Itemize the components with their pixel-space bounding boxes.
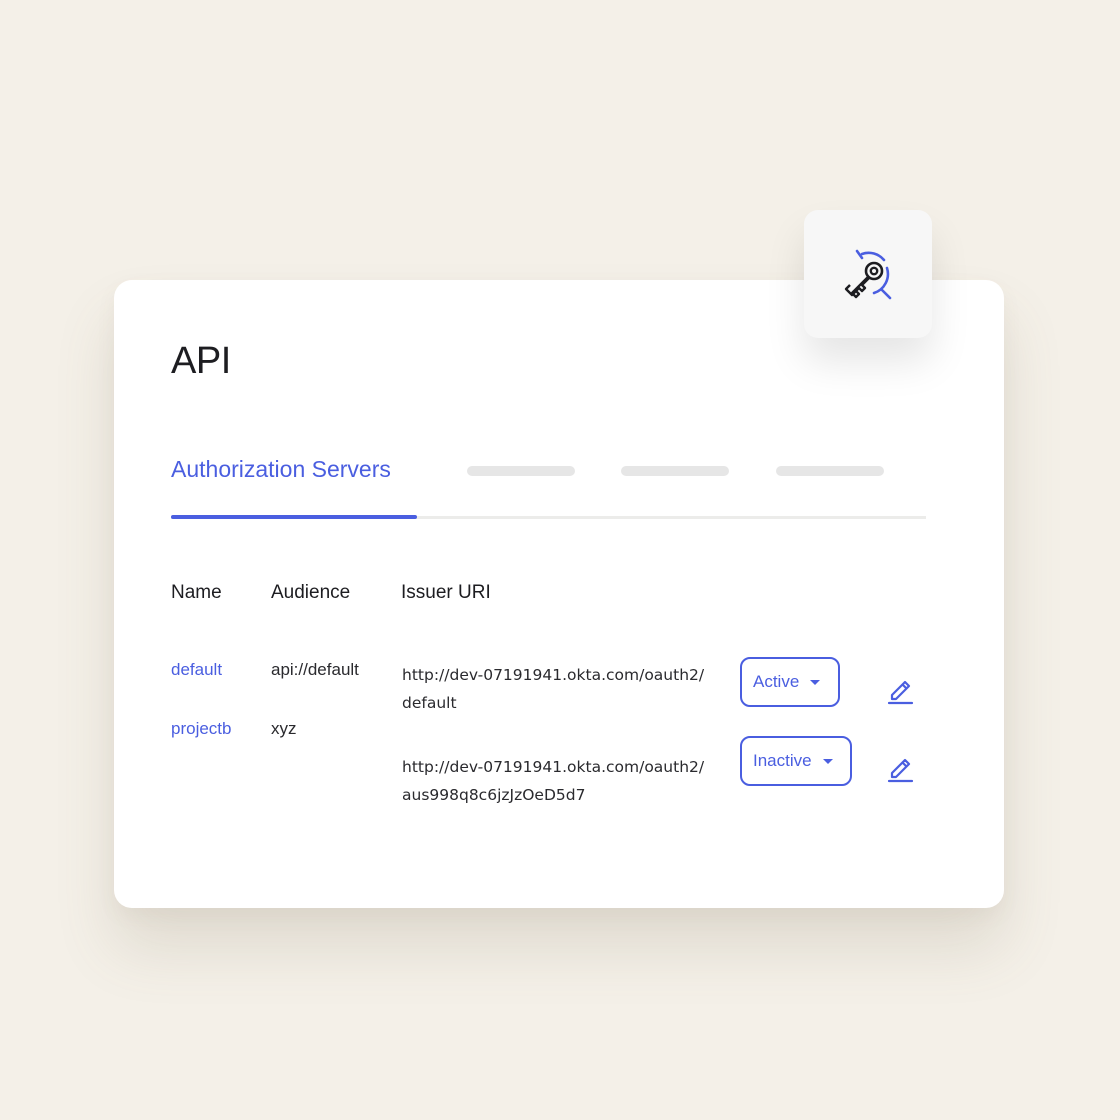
key-search-icon [844,249,892,300]
server-name-link[interactable]: projectb [171,719,231,739]
server-audience: xyz [271,719,297,738]
issuer-uri-line: http://dev-07191941.okta.com/oauth2/ [402,666,705,684]
column-header-name: Name [171,582,222,603]
tab-placeholder-2[interactable] [621,466,729,476]
edit-button[interactable] [886,753,916,783]
caret-down-icon [822,758,833,764]
tab-placeholder-1[interactable] [467,466,575,476]
pencil-icon [887,758,914,783]
status-dropdown[interactable]: Active [740,657,840,707]
stage: API Authorization Servers Name Audience … [0,0,1120,1120]
issuer-uri-line: http://dev-07191941.okta.com/oauth2/ [402,758,705,776]
server-issuer-uri: http://dev-07191941.okta.com/oauth2/ def… [402,661,722,717]
issuer-uri-line: default [402,694,457,712]
tab-authorization-servers[interactable]: Authorization Servers [171,456,391,483]
page-title: API [171,340,231,382]
api-card: API Authorization Servers Name Audience … [114,280,1004,908]
column-header-issuer-uri: Issuer URI [401,582,491,603]
pencil-icon [887,680,914,705]
server-audience: api://default [271,660,359,679]
status-label: Active [753,672,800,691]
status-label: Inactive [753,751,812,770]
tab-active-indicator [171,515,417,519]
feature-icon-tile [804,210,932,338]
issuer-uri-line: aus998q8c6jzJzOeD5d7 [402,786,586,804]
server-issuer-uri: http://dev-07191941.okta.com/oauth2/ aus… [402,753,722,809]
server-name-link[interactable]: default [171,660,222,680]
edit-button[interactable] [886,675,916,705]
status-dropdown[interactable]: Inactive [740,736,852,786]
column-header-audience: Audience [271,582,351,603]
tab-placeholder-3[interactable] [776,466,884,476]
caret-down-icon [810,679,821,685]
